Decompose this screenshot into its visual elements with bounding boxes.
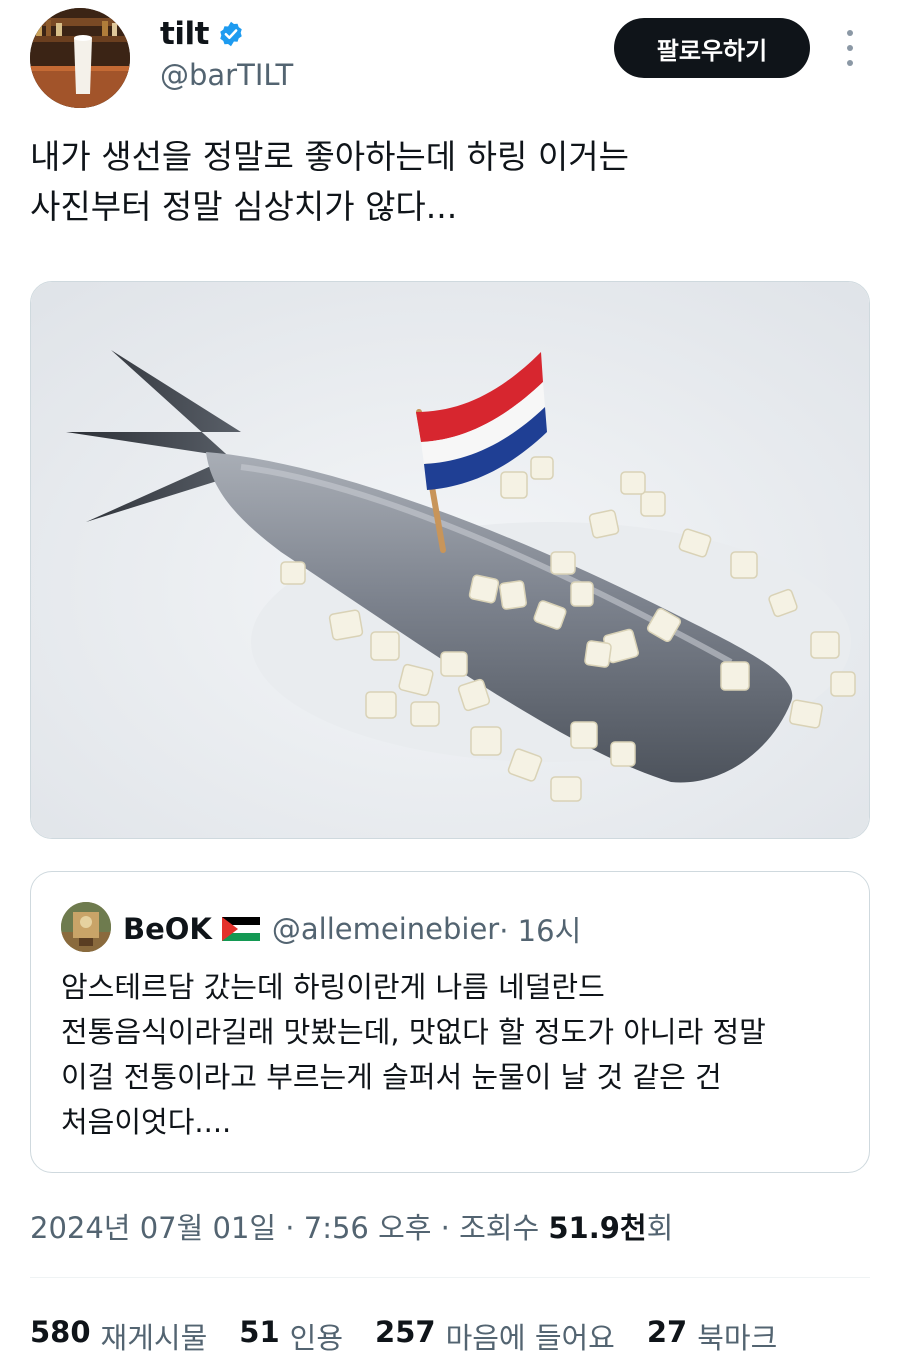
stat-number: 257	[375, 1315, 436, 1349]
stat-number: 51	[239, 1315, 280, 1349]
stat-label: 북마크	[697, 1321, 778, 1355]
quoted-author-avatar[interactable]	[61, 902, 111, 952]
quoted-display-name[interactable]: BeOK	[123, 912, 212, 946]
verified-badge-icon	[220, 21, 242, 47]
quoted-text-line: 전통음식이라길래 맛봤는데, 맛없다 할 정도가 아니라 정말	[61, 1015, 766, 1049]
tweet-text: 내가 생선을 정말로 좋아하는데 하링 이거는 사진부터 정말 심상치가 않다.…	[30, 132, 870, 232]
tweet-media-image[interactable]	[30, 281, 870, 839]
tweet-text-line: 사진부터 정말 심상치가 않다...	[30, 187, 458, 226]
stat-label: 재게시물	[100, 1321, 208, 1355]
avatar-bar-glass-icon	[30, 8, 130, 108]
follow-button[interactable]: 팔로우하기	[614, 18, 810, 78]
stat-quotes[interactable]: 51 인용	[239, 1315, 343, 1357]
quoted-tweet[interactable]: BeOK @allemeinebier · 16시 암스테르담 갔는데 하링이란…	[30, 871, 870, 1173]
palestine-flag-icon	[221, 917, 260, 941]
quoted-time: · 16시	[499, 914, 582, 948]
stat-number: 27	[646, 1315, 688, 1349]
avatar-building-icon	[61, 902, 111, 952]
quoted-tweet-header: BeOK @allemeinebier · 16시	[123, 908, 581, 950]
herring-with-onions-and-dutch-flag-image	[31, 282, 869, 838]
author-name-row: tilt	[160, 16, 245, 52]
more-vertical-icon[interactable]	[838, 30, 862, 66]
author-handle[interactable]: @barTILT	[160, 58, 293, 92]
stat-likes[interactable]: 257 마음에 들어요	[375, 1315, 615, 1357]
stat-number: 580	[30, 1315, 91, 1349]
tweet-timestamp[interactable]: 2024년 07월 01일 · 7:56 오후 · 조회수	[30, 1211, 548, 1245]
divider	[30, 1277, 870, 1278]
quoted-handle[interactable]: @allemeinebier	[272, 912, 499, 946]
view-count: 51.9천	[548, 1211, 647, 1245]
author-avatar[interactable]	[30, 8, 130, 108]
view-count-suffix: 회	[646, 1211, 674, 1245]
quoted-text-line: 암스테르담 갔는데 하링이란게 나름 네덜란드	[61, 970, 605, 1004]
quoted-text-line: 이걸 전통이라고 부르는게 슬퍼서 눈물이 날 것 같은 건	[61, 1060, 722, 1094]
tweet-header: tilt @barTILT 팔로우하기	[0, 0, 900, 120]
tweet-meta: 2024년 07월 01일 · 7:56 오후 · 조회수 51.9천회	[30, 1205, 673, 1247]
author-display-name[interactable]: tilt	[160, 16, 209, 52]
quoted-tweet-text: 암스테르담 갔는데 하링이란게 나름 네덜란드 전통음식이라길래 맛봤는데, 맛…	[61, 965, 861, 1145]
stat-label: 인용	[289, 1321, 344, 1355]
stat-label: 마음에 들어요	[445, 1321, 615, 1355]
engagement-stats: 580 재게시물 51 인용 257 마음에 들어요 27 북마크	[30, 1315, 777, 1357]
stat-reposts[interactable]: 580 재게시물	[30, 1315, 207, 1357]
quoted-text-line: 처음이엇다....	[61, 1105, 232, 1139]
stat-bookmarks[interactable]: 27 북마크	[647, 1315, 777, 1357]
tweet-text-line: 내가 생선을 정말로 좋아하는데 하링 이거는	[30, 137, 629, 176]
